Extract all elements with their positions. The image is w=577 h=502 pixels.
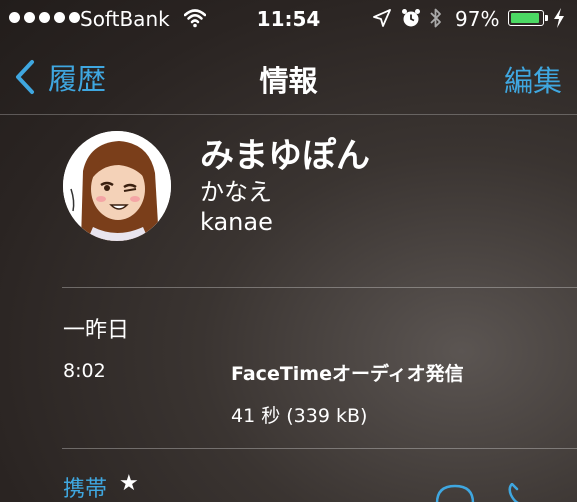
call-history-date: 一昨日 — [63, 318, 130, 343]
alarm-icon — [402, 9, 420, 27]
phone-number-row[interactable]: 携帯 ★ — [0, 449, 577, 502]
battery-icon — [508, 10, 544, 26]
battery-nub — [545, 15, 548, 21]
battery-percentage: 97% — [455, 7, 500, 31]
phone-call-icon[interactable] — [500, 483, 530, 502]
contact-name: みまゆぽん — [200, 136, 370, 176]
call-time: 8:02 — [63, 360, 106, 382]
page-title: 情報 — [259, 64, 318, 98]
avatar-illustration-icon — [63, 131, 171, 241]
favorite-star-icon: ★ — [119, 471, 139, 496]
call-duration: 41 秒 (339 kB) — [231, 405, 368, 427]
navigation-bar: 履歴 情報 編集 — [0, 38, 577, 114]
call-type: FaceTimeオーディオ発信 — [231, 363, 464, 385]
bluetooth-icon — [430, 8, 441, 28]
nav-divider — [0, 114, 577, 115]
edit-button[interactable]: 編集 — [504, 58, 562, 100]
charging-bolt-icon — [554, 8, 564, 28]
section-divider — [62, 287, 577, 288]
status-bar: SoftBank 11:54 97% — [0, 0, 577, 38]
contact-name-reading: かなえ — [200, 178, 272, 206]
contact-company: kanae — [200, 208, 273, 236]
avatar — [63, 131, 171, 241]
phone-label: 携帯 — [63, 477, 108, 502]
message-icon[interactable] — [434, 483, 476, 502]
location-arrow-icon — [373, 9, 391, 27]
